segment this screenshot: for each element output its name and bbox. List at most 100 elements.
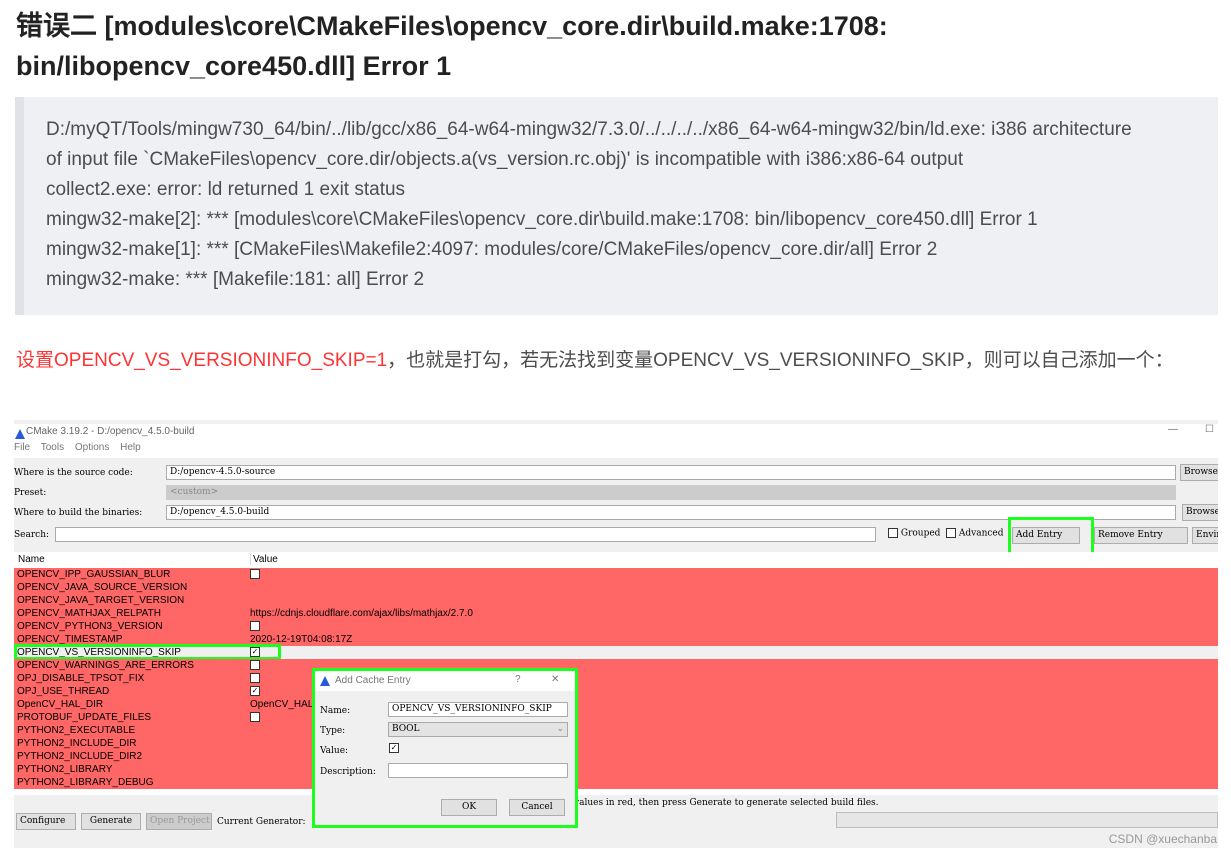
minimize-icon[interactable]: — [1168,424,1178,435]
entry-name: OPENCV_WARNINGS_ARE_ERRORS [17,660,194,671]
close-icon[interactable]: ✕ [551,674,559,685]
cancel-button[interactable]: Cancel [509,799,565,816]
table-row[interactable]: OPJ_USE_THREAD ✓ [14,685,1218,698]
entry-checkbox[interactable] [250,711,260,724]
entry-checkbox[interactable] [250,568,260,581]
table-row[interactable]: PROTOBUF_UPDATE_FILES [14,711,1218,724]
entry-name: PYTHON2_INCLUDE_DIR2 [17,751,143,762]
configure-button[interactable]: Configure [16,813,76,830]
log-line: D:/myQT/Tools/mingw730_64/bin/../lib/gcc… [46,119,1132,140]
advanced-checkbox[interactable]: Advanced [946,528,1004,539]
column-value-header[interactable]: Value [250,554,278,565]
entry-checkbox[interactable] [250,672,260,685]
selected-row-highlight [14,644,281,660]
table-row[interactable]: OPENCV_MATHJAX_RELPATH https://cdnjs.clou… [14,607,1218,620]
preset-label: Preset: [14,488,47,498]
source-input[interactable]: D:/opencv-4.5.0-source [166,465,1176,480]
entry-name: OPENCV_PYTHON3_VERSION [17,621,163,632]
progress-bar [836,812,1218,828]
entry-name: OPENCV_MATHJAX_RELPATH [17,608,161,619]
log-line: of input file `CMakeFiles\opencv_core.di… [46,149,964,170]
instruction-paragraph: 设置OPENCV_VS_VERSIONINFO_SKIP=1，也就是打勾，若无法… [16,346,1216,376]
entry-checkbox[interactable]: ✓ [250,685,260,698]
menu-help[interactable]: Help [120,442,141,453]
log-line: mingw32-make: *** [Makefile:181: all] Er… [46,269,425,290]
description-input[interactable] [388,763,568,778]
error-log-quote: D:/myQT/Tools/mingw730_64/bin/../lib/gcc… [15,97,1218,315]
open-project-button[interactable]: Open Project [146,813,212,830]
browse-build-button[interactable]: Browse [1182,504,1218,521]
entry-name: OPENCV_JAVA_TARGET_VERSION [17,595,185,606]
entry-name: OPJ_USE_THREAD [17,686,110,697]
grouped-checkbox[interactable]: Grouped [888,528,940,539]
build-label: Where to build the binaries: [14,508,143,518]
table-row[interactable]: OpenCV_HAL_DIR OpenCV_HAL [14,698,1218,711]
type-label: Type: [320,726,346,736]
table-row[interactable]: PYTHON2_EXECUTABLE [14,724,1218,737]
remove-entry-button[interactable]: Remove Entry [1094,527,1188,544]
environment-button[interactable]: Envir [1192,527,1218,544]
maximize-icon[interactable]: ☐ [1205,424,1214,435]
table-row[interactable]: OPENCV_JAVA_TARGET_VERSION [14,594,1218,607]
entry-name: OPJ_DISABLE_TPSOT_FIX [17,673,145,684]
add-cache-entry-dialog: Add Cache Entry ? ✕ Name: OPENCV_VS_VERS… [312,668,578,828]
entry-name: PYTHON2_LIBRARY_DEBUG [17,777,154,788]
entry-name: OPENCV_IPP_GAUSSIAN_BLUR [17,569,171,580]
type-select[interactable]: BOOL ⌄ [388,722,568,737]
entry-name: PROTOBUF_UPDATE_FILES [17,712,152,723]
menu-file[interactable]: File [14,442,30,453]
table-row[interactable]: PYTHON2_INCLUDE_DIR2 [14,750,1218,763]
setting-highlight: 设置OPENCV_VS_VERSIONINFO_SKIP=1 [16,350,388,371]
search-input[interactable] [55,527,876,542]
entry-name: PYTHON2_LIBRARY [17,764,113,775]
status-message: values in red, then press Generate to ge… [574,798,879,808]
entry-name: OpenCV_HAL_DIR [17,699,104,710]
table-row[interactable]: PYTHON2_INCLUDE_DIR [14,737,1218,750]
name-input[interactable]: OPENCV_VS_VERSIONINFO_SKIP [388,702,568,717]
menu-bar: File Tools Options Help [14,442,1218,458]
column-name-header[interactable]: Name [18,554,45,565]
entry-checkbox[interactable] [250,659,260,672]
dialog-title-bar: Add Cache Entry ? ✕ [315,671,575,691]
chevron-down-icon: ⌄ [556,724,564,734]
name-label: Name: [320,706,351,716]
table-row[interactable]: OPENCV_IPP_GAUSSIAN_BLUR [14,568,1218,581]
preset-select[interactable]: <custom> [166,485,1176,500]
generate-button[interactable]: Generate [81,813,141,830]
menu-options[interactable]: Options [75,442,109,453]
table-row[interactable]: OPENCV_PYTHON3_VERSION [14,620,1218,633]
help-icon[interactable]: ? [515,674,521,685]
entry-checkbox[interactable] [250,620,260,633]
cmake-screenshot: CMake 3.19.2 - D:/opencv_4.5.0-build — ☐… [14,420,1218,848]
table-row[interactable]: PYTHON2_LIBRARY_DEBUG [14,776,1218,789]
source-label: Where is the source code: [14,468,133,478]
menu-tools[interactable]: Tools [41,442,64,453]
cmake-logo-icon [15,429,25,439]
cmake-logo-icon [320,676,330,686]
table-row[interactable]: OPENCV_WARNINGS_ARE_ERRORS [14,659,1218,672]
log-line: mingw32-make[2]: *** [modules\core\CMake… [46,209,1038,230]
add-entry-highlight [1008,517,1094,555]
entry-name: PYTHON2_EXECUTABLE [17,725,136,736]
entry-value[interactable]: https://cdnjs.cloudflare.com/ajax/libs/m… [250,607,473,620]
log-line: mingw32-make[1]: *** [CMakeFiles\Makefil… [46,239,938,260]
entry-name: OPENCV_JAVA_SOURCE_VERSION [17,582,188,593]
value-checkbox[interactable]: ✓ [389,743,399,753]
log-line: collect2.exe: error: ld returned 1 exit … [46,179,406,200]
table-row[interactable]: PYTHON2_LIBRARY [14,763,1218,776]
entry-name: PYTHON2_INCLUDE_DIR [17,738,137,749]
ok-button[interactable]: OK [441,799,497,816]
table-row[interactable]: OPJ_DISABLE_TPSOT_FIX [14,672,1218,685]
description-label: Description: [320,767,376,777]
instruction-text: ，也就是打勾，若无法找到变量OPENCV_VS_VERSIONINFO_SKIP… [387,350,1174,371]
window-title: CMake 3.19.2 - D:/opencv_4.5.0-build [26,426,195,437]
cache-table: Name Value OPENCV_IPP_GAUSSIAN_BLUR OPENC… [14,552,1218,795]
table-row[interactable]: OPENCV_JAVA_SOURCE_VERSION [14,581,1218,594]
page-heading: 错误二 [modules\core\CMakeFiles\opencv_core… [16,11,888,81]
entry-value[interactable]: OpenCV_HAL [250,698,313,711]
current-generator-label: Current Generator: [217,817,306,827]
browse-source-button[interactable]: Browse [1180,464,1218,481]
dialog-title: Add Cache Entry [335,675,411,686]
window-title-bar: CMake 3.19.2 - D:/opencv_4.5.0-build — ☐ [14,424,1218,444]
value-label: Value: [320,746,349,756]
